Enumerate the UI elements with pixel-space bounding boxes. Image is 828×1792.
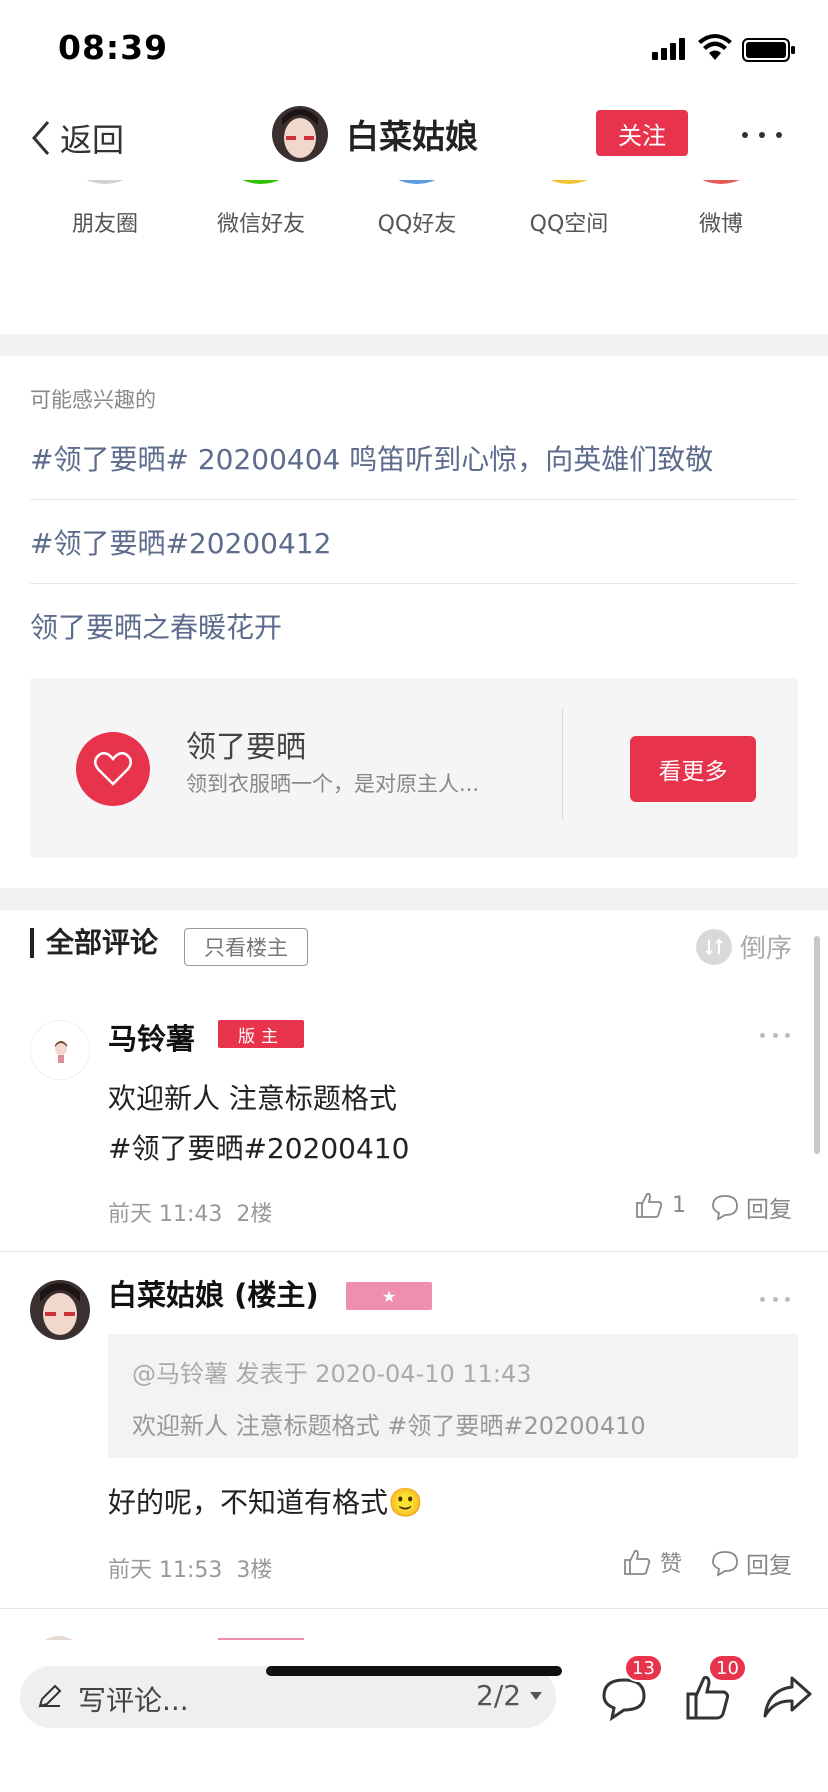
- follow-button[interactable]: 关注: [596, 110, 688, 156]
- divider: [0, 1608, 828, 1609]
- comment-bubble-icon: [712, 1195, 738, 1221]
- comment-time: 前天 11:53: [108, 1558, 223, 1583]
- chevron-left-icon: [32, 121, 50, 155]
- comment-text: 欢迎新人 注意标题格式 #领了要晒#20200410: [108, 1074, 409, 1174]
- heart-icon: [76, 732, 150, 806]
- comment-count-badge: 13: [624, 1654, 663, 1682]
- share-arrow-icon: [763, 1676, 812, 1718]
- commenter-name[interactable]: 白菜姑娘 (楼主): [108, 1272, 319, 1314]
- quoted-comment: @马铃薯 发表于 2020-04-10 11:43 欢迎新人 注意标题格式 #领…: [108, 1334, 798, 1458]
- status-bar: 08:39: [0, 0, 828, 96]
- share-button[interactable]: [760, 1668, 816, 1724]
- promo-title: 领了要晒: [186, 730, 306, 765]
- like-label: 赞: [660, 1552, 683, 1577]
- comments-button[interactable]: 13: [596, 1654, 663, 1724]
- quote-text: 欢迎新人 注意标题格式 #领了要晒#20200410: [132, 1412, 646, 1440]
- share-label: QQ好友: [377, 212, 457, 237]
- avatar[interactable]: [30, 1020, 90, 1080]
- comment-time: 前天 11:43: [108, 1202, 223, 1227]
- comment-more-button[interactable]: [760, 1030, 790, 1040]
- cellular-signal-icon: [652, 38, 685, 60]
- topic-link[interactable]: #领了要晒#20200412: [30, 500, 798, 584]
- bottom-action-bar: 写评论... 2/2 13 10: [0, 1640, 828, 1792]
- comments-header: 全部评论 只看楼主 倒序: [0, 910, 828, 980]
- status-time: 08:39: [58, 28, 169, 67]
- comment-text-line: #领了要晒#20200410: [108, 1132, 410, 1165]
- pencil-icon: [38, 1684, 62, 1708]
- sort-order-button[interactable]: 倒序: [696, 928, 792, 965]
- thumbs-up-icon: [636, 1192, 663, 1218]
- section-divider: [0, 334, 828, 356]
- comment-text: 好的呢，不知道有格式🙂: [108, 1486, 423, 1519]
- back-button[interactable]: 返回: [28, 110, 124, 166]
- level-badge: ★: [346, 1282, 432, 1310]
- divider: [562, 708, 563, 820]
- quote-header: @马铃薯 发表于 2020-04-10 11:43: [132, 1360, 532, 1388]
- avatar[interactable]: [272, 106, 328, 162]
- share-label: 朋友圈: [71, 212, 138, 237]
- more-options-button[interactable]: [742, 120, 782, 150]
- battery-icon: [742, 38, 795, 62]
- sort-label: 倒序: [740, 934, 793, 964]
- interests-label: 可能感兴趣的: [30, 388, 156, 412]
- comment-item: 白菜姑娘 (楼主) ★ @马铃薯 发表于 2020-04-10 11:43 欢迎…: [0, 1254, 828, 1610]
- comment-meta: 前天 11:43 2楼: [108, 1196, 272, 1228]
- page-selector[interactable]: 2/2: [476, 1679, 543, 1712]
- home-indicator: [266, 1666, 562, 1676]
- like-count: 1: [672, 1192, 686, 1218]
- share-label: 微博: [698, 212, 743, 237]
- wifi-icon: [698, 34, 732, 60]
- thumbs-up-icon: [624, 1549, 651, 1575]
- commenter-name[interactable]: 马铃薯: [108, 1016, 195, 1058]
- sort-icon: [696, 928, 732, 965]
- moderator-badge: 版主: [218, 1020, 304, 1048]
- comment-bubble-icon: [712, 1551, 738, 1577]
- reply-label: 回复: [746, 1197, 792, 1223]
- share-label: QQ空间: [529, 212, 609, 237]
- page-title: 白菜姑娘: [346, 117, 478, 156]
- nav-header: 返回 白菜姑娘 关注: [0, 96, 828, 180]
- comment-text-line: 欢迎新人 注意标题格式: [108, 1082, 397, 1115]
- reply-label: 回复: [746, 1553, 792, 1579]
- caret-down-icon: [530, 1691, 543, 1700]
- comment-item: 马铃薯 版主 欢迎新人 注意标题格式 #领了要晒#20200410 前天 11:…: [0, 1000, 828, 1252]
- only-host-filter-button[interactable]: 只看楼主: [184, 928, 308, 966]
- divider: [0, 1251, 828, 1252]
- like-button[interactable]: 1: [634, 1190, 686, 1220]
- reply-button[interactable]: 回复: [710, 1190, 792, 1224]
- share-label: 微信好友: [216, 212, 305, 237]
- like-button[interactable]: 赞: [622, 1546, 682, 1578]
- comment-more-button[interactable]: [760, 1294, 790, 1304]
- comment-meta: 前天 11:53 3楼: [108, 1552, 272, 1584]
- see-more-button[interactable]: 看更多: [630, 736, 756, 802]
- comment-floor: 2楼: [236, 1202, 273, 1227]
- topic-link[interactable]: 领了要晒之春暖花开: [30, 584, 798, 668]
- comment-floor: 3楼: [236, 1558, 273, 1583]
- topic-promo-card[interactable]: 领了要晒 领到衣服晒一个，是对原主人... 看更多: [30, 678, 798, 858]
- like-button[interactable]: 10: [680, 1654, 747, 1724]
- back-label: 返回: [60, 121, 125, 159]
- promo-description: 领到衣服晒一个，是对原主人...: [186, 772, 480, 796]
- page-indicator: 2/2: [476, 1679, 522, 1712]
- section-divider: [0, 888, 828, 910]
- comments-title: 全部评论: [30, 928, 158, 958]
- like-count-badge: 10: [708, 1654, 747, 1682]
- topic-link[interactable]: #领了要晒# 20200404 鸣笛听到心惊，向英雄们致敬: [30, 416, 798, 500]
- reply-button[interactable]: 回复: [710, 1546, 792, 1580]
- avatar[interactable]: [30, 1280, 90, 1340]
- write-comment-placeholder: 写评论...: [78, 1684, 189, 1717]
